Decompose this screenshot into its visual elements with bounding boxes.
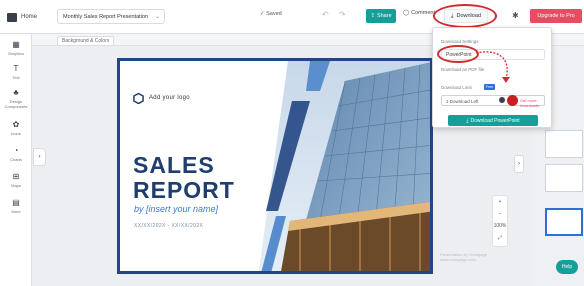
slide-thumbnail[interactable] <box>545 130 583 158</box>
comment-icon: ◯ <box>403 10 410 16</box>
fit-screen-icon[interactable]: ⤢ <box>493 232 507 244</box>
sidebar-item-charts[interactable]: ◔ Charts <box>0 146 32 162</box>
help-label: Help <box>561 264 573 270</box>
slide-thumbnail[interactable] <box>545 164 583 192</box>
share-label: Share <box>376 13 392 19</box>
pdf-note: Download as PDF file <box>441 67 485 72</box>
text-icon: T <box>13 64 19 73</box>
redo-icon[interactable]: ↷ <box>339 10 346 19</box>
document-name-text: Monthly Sales Report Presentation <box>63 14 148 20</box>
components-icon: ♣ <box>13 88 19 97</box>
home-label: Home <box>21 14 38 20</box>
sidebar-item-label: Text <box>12 75 20 80</box>
comment-label: Comment <box>411 10 435 16</box>
sidebar-item-label: Maps <box>11 183 21 188</box>
download-powerpoint-label: Download PowerPoint <box>470 117 520 124</box>
sidebar-item-label: More <box>11 209 21 214</box>
limit-badge: Free Plan <box>484 84 495 95</box>
sidebar-item-label: Icons <box>11 131 21 136</box>
editor-window: Home Monthly Sales Report Presentation ⌄… <box>0 0 584 286</box>
home-button[interactable]: Home <box>7 10 47 24</box>
download-icon: ⤓ <box>466 117 469 124</box>
icons-icon: ✿ <box>12 120 20 129</box>
chevron-down-icon: ⌄ <box>154 14 160 20</box>
zoom-level: 100% <box>493 223 507 229</box>
charts-icon: ◔ <box>13 146 19 155</box>
left-sidebar: ▦ Graphics T Text ♣ Design Components ✿ … <box>0 34 32 286</box>
sidebar-item-icons[interactable]: ✿ Icons <box>0 120 32 136</box>
share-button[interactable]: ⇪ Share <box>366 9 396 23</box>
sidebar-item-label: Design Components <box>4 99 28 109</box>
slide-canvas[interactable]: Add your logo SALES REPORT by [insert yo… <box>117 58 433 274</box>
more-icon: ▤ <box>12 198 20 207</box>
next-slide-button[interactable]: › <box>514 155 524 173</box>
comment-button[interactable]: ◯ Comment <box>403 10 435 16</box>
slide-title-line1[interactable]: SALES <box>133 152 215 179</box>
sidebar-collapse-button[interactable]: › <box>33 148 46 166</box>
download-dropdown: Download Settings PowerPoint Download as… <box>432 27 552 128</box>
annotation-circle-download <box>433 4 497 28</box>
undo-icon[interactable]: ↶ <box>322 10 329 19</box>
download-limit-label: Download Limit <box>441 85 472 90</box>
zoom-controls: + − 100% ⤢ <box>492 195 508 247</box>
sidebar-item-design-components[interactable]: ♣ Design Components <box>0 88 32 109</box>
sidebar-item-more[interactable]: ▤ More <box>0 198 32 214</box>
background-colors-button[interactable]: Background & Colors <box>57 36 115 46</box>
watermark-text: Presentation by Venngage · www.venngage.… <box>440 252 490 262</box>
annotation-circle-format <box>437 45 479 63</box>
maps-icon: ⊞ <box>12 172 20 181</box>
download-powerpoint-button[interactable]: ⤓ Download PowerPoint <box>448 115 538 126</box>
home-icon <box>7 12 17 22</box>
saved-status: ✓ Saved <box>260 11 282 17</box>
get-more-downloads-link[interactable]: Get more downloads <box>520 98 551 108</box>
sidebar-item-label: Graphics <box>7 51 24 56</box>
downloads-remaining-text: 1 Download Left <box>446 99 479 104</box>
building-photo <box>250 61 430 271</box>
layout-icon: ▦ <box>12 40 20 49</box>
slide-title-line2[interactable]: REPORT <box>133 177 235 204</box>
chevron-right-icon: › <box>518 161 520 167</box>
zoom-in-button[interactable]: + <box>493 196 507 208</box>
slide-thumbnail[interactable] <box>545 208 583 236</box>
sidebar-item-text[interactable]: T Text <box>0 64 32 80</box>
zoom-out-button[interactable]: − <box>493 208 507 220</box>
slide-dates[interactable]: XX/XX/202X - XX/XX/202X <box>134 223 203 229</box>
help-button[interactable]: Help <box>556 260 578 274</box>
sidebar-item-graphics[interactable]: ▦ Graphics <box>0 40 32 56</box>
share-icon: ⇪ <box>370 13 375 19</box>
chevron-right-icon: › <box>38 154 41 160</box>
logo-placeholder-text[interactable]: Add your logo <box>149 95 190 101</box>
sidebar-item-maps[interactable]: ⊞ Maps <box>0 172 32 188</box>
gear-icon[interactable]: ✱ <box>512 11 519 20</box>
download-settings-label: Download Settings <box>441 39 479 44</box>
upgrade-label: Upgrade to Pro <box>537 13 575 19</box>
document-name-field[interactable]: Monthly Sales Report Presentation ⌄ <box>57 9 165 24</box>
sidebar-item-label: Charts <box>10 157 22 162</box>
annotation-dot <box>507 95 518 106</box>
info-icon[interactable] <box>499 97 505 103</box>
upgrade-button[interactable]: Upgrade to Pro <box>530 9 582 23</box>
logo-hexagon-icon <box>133 93 144 104</box>
slide-byline[interactable]: by [insert your name] <box>134 204 218 214</box>
